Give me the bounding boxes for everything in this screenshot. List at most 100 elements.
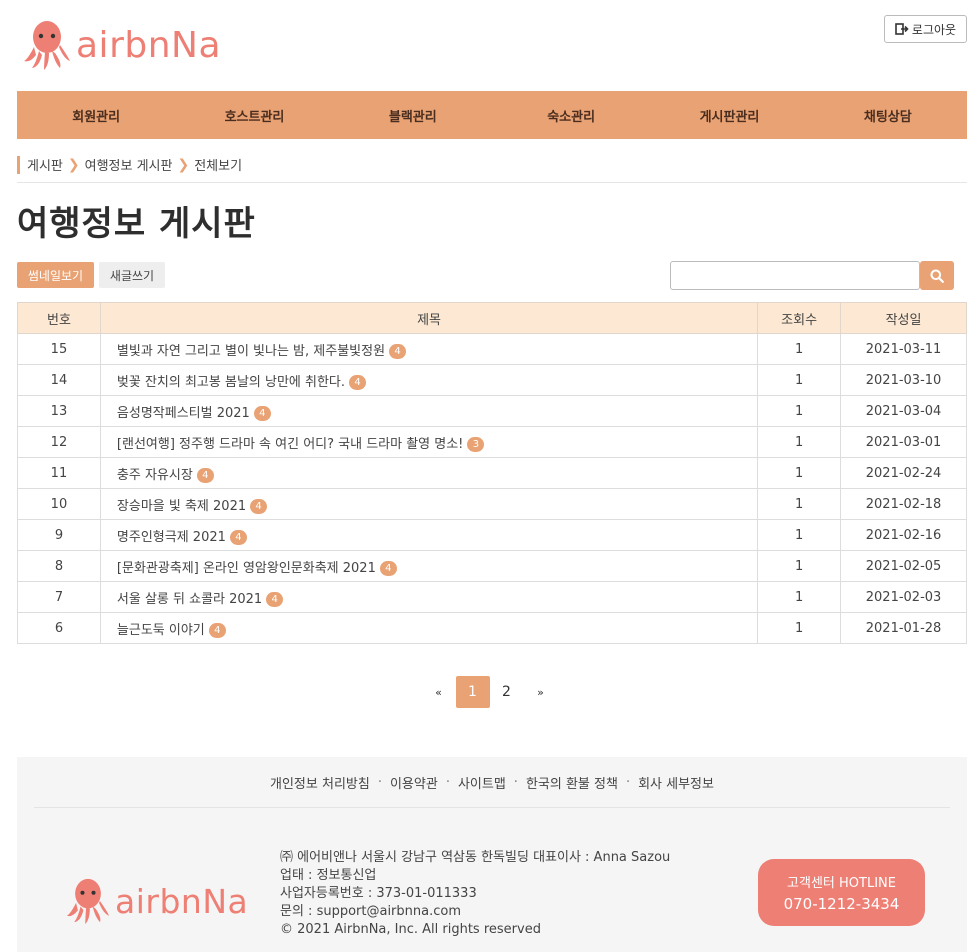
post-title-link[interactable]: 명주인형극제 2021 <box>117 530 226 545</box>
header-date: 작성일 <box>840 302 967 334</box>
chevron-right-icon: ❯ <box>67 156 80 173</box>
row-views: 1 <box>757 581 842 613</box>
board-table: 번호 제목 조회수 작성일 15 별빛과 자연 그리고 별이 빛나는 밤, 제주불… <box>17 302 967 644</box>
thumbnail-view-button[interactable]: 썸네일보기 <box>17 262 94 288</box>
post-title-link[interactable]: 늘근도둑 이야기 <box>117 623 205 638</box>
comment-count-badge: 4 <box>229 529 247 545</box>
separator-dot: · <box>513 774 518 790</box>
hotline-box[interactable]: 고객센터 HOTLINE 070-1212-3434 <box>758 859 925 926</box>
breadcrumb: 게시판 ❯ 여행정보 게시판 ❯ 전체보기 <box>17 153 967 183</box>
header: airbnNa 로그아웃 <box>0 0 979 90</box>
footer-links: 개인정보 처리방침 · 이용약관 · 사이트맵 · 한국의 환불 정책 · 회사… <box>17 757 967 807</box>
nav-item-members[interactable]: 회원관리 <box>17 91 175 139</box>
breadcrumb-item-travel[interactable]: 여행정보 게시판 <box>85 155 173 174</box>
nav-item-chat[interactable]: 채팅상담 <box>809 91 967 139</box>
page-2-button[interactable]: 2 <box>490 676 524 708</box>
post-title-link[interactable]: 장승마을 빛 축제 2021 <box>117 499 246 514</box>
nav-item-blacklist[interactable]: 블랙관리 <box>334 91 492 139</box>
footer-logo-text: airbnNa <box>115 881 249 921</box>
table-row[interactable]: 15 별빛과 자연 그리고 별이 빛나는 밤, 제주불빛정원 4 1 2021-03-1… <box>17 333 967 365</box>
row-title-cell: 별빛과 자연 그리고 별이 빛나는 밤, 제주불빛정원 4 <box>99 333 759 365</box>
hotline-label: 고객센터 HOTLINE <box>787 876 896 891</box>
row-number: 12 <box>17 426 101 458</box>
post-title-link[interactable]: 음성명작페스티벌 2021 <box>117 406 250 421</box>
post-title-link[interactable]: 충주 자유시장 <box>117 468 193 483</box>
nav-item-hosts[interactable]: 호스트관리 <box>175 91 333 139</box>
prev-page-button[interactable]: « <box>422 676 456 708</box>
row-date: 2021-03-04 <box>840 395 967 427</box>
row-number: 6 <box>17 612 101 644</box>
table-row[interactable]: 6 늘근도둑 이야기 4 1 2021-01-28 <box>17 612 967 644</box>
header-number: 번호 <box>17 302 101 334</box>
table-row[interactable]: 11 충주 자유시장 4 1 2021-02-24 <box>17 457 967 489</box>
logo[interactable]: airbnNa <box>22 18 221 72</box>
row-date: 2021-02-03 <box>840 581 967 613</box>
company-line: 문의 : support@airbnna.com <box>280 904 461 919</box>
logout-button[interactable]: 로그아웃 <box>884 15 967 43</box>
post-title-link[interactable]: [랜선여행] 정주행 드라마 속 여긴 어디? 국내 드라마 촬영 명소! <box>117 437 464 452</box>
page-title: 여행정보 게시판 <box>17 204 256 244</box>
row-date: 2021-03-01 <box>840 426 967 458</box>
company-line: © 2021 AirbnNa, Inc. All rights reserved <box>280 922 541 937</box>
logout-icon <box>895 23 909 35</box>
logout-label: 로그아웃 <box>911 22 957 37</box>
company-info: ㈜ 에어비앤나 서울시 강남구 역삼동 한독빌딩 대표이사 : Anna Saz… <box>280 849 670 939</box>
post-title-link[interactable]: 서울 살롱 뒤 쇼콜라 2021 <box>117 592 262 607</box>
row-views: 1 <box>757 395 842 427</box>
table-body: 15 별빛과 자연 그리고 별이 빛나는 밤, 제주불빛정원 4 1 2021-03-1… <box>17 333 967 644</box>
table-row[interactable]: 14 벚꽃 잔치의 최고봉 봄날의 낭만에 취한다. 4 1 2021-03-10 <box>17 364 967 396</box>
comment-count-badge: 3 <box>467 436 485 452</box>
table-row[interactable]: 13 음성명작페스티벌 2021 4 1 2021-03-04 <box>17 395 967 427</box>
table-row[interactable]: 9 명주인형극제 2021 4 1 2021-02-16 <box>17 519 967 551</box>
nav-item-board[interactable]: 게시판관리 <box>650 91 808 139</box>
logo-text: airbnNa <box>76 24 222 66</box>
row-views: 1 <box>757 550 842 582</box>
row-date: 2021-03-10 <box>840 364 967 396</box>
row-number: 14 <box>17 364 101 396</box>
comment-count-badge: 4 <box>208 622 226 638</box>
row-date: 2021-03-11 <box>840 333 967 365</box>
post-title-link[interactable]: 벚꽃 잔치의 최고봉 봄날의 낭만에 취한다. <box>117 375 345 390</box>
nav-item-lodging[interactable]: 숙소관리 <box>492 91 650 139</box>
footer-link-privacy[interactable]: 개인정보 처리방침 <box>270 773 370 792</box>
footer-divider <box>34 807 950 808</box>
row-date: 2021-02-05 <box>840 550 967 582</box>
row-title-cell: [랜선여행] 정주행 드라마 속 여긴 어디? 국내 드라마 촬영 명소! 3 <box>99 426 759 458</box>
next-page-button[interactable]: » <box>524 676 558 708</box>
chevron-right-icon: ❯ <box>177 156 190 173</box>
row-views: 1 <box>757 519 842 551</box>
table-row[interactable]: 12 [랜선여행] 정주행 드라마 속 여긴 어디? 국내 드라마 촬영 명소! 3… <box>17 426 967 458</box>
breadcrumb-item-board[interactable]: 게시판 <box>27 155 63 174</box>
search-button[interactable] <box>920 261 954 290</box>
table-row[interactable]: 7 서울 살롱 뒤 쇼콜라 2021 4 1 2021-02-03 <box>17 581 967 613</box>
row-views: 1 <box>757 457 842 489</box>
octopus-logo-icon <box>66 878 110 924</box>
company-line: 업태 : 정보통신업 <box>280 868 377 883</box>
row-number: 10 <box>17 488 101 520</box>
octopus-logo-icon <box>24 21 70 70</box>
page-1-button[interactable]: 1 <box>455 676 490 708</box>
row-title-cell: 충주 자유시장 4 <box>99 457 759 489</box>
separator-dot: · <box>377 774 382 790</box>
footer-link-sitemap[interactable]: 사이트맵 <box>458 773 506 792</box>
row-title-cell: 음성명작페스티벌 2021 4 <box>99 395 759 427</box>
search-input[interactable] <box>670 261 920 290</box>
table-header-row: 번호 제목 조회수 작성일 <box>17 302 967 334</box>
footer-link-company[interactable]: 회사 세부정보 <box>638 773 714 792</box>
header-title: 제목 <box>99 302 759 334</box>
row-number: 11 <box>17 457 101 489</box>
row-date: 2021-01-28 <box>840 612 967 644</box>
table-row[interactable]: 8 [문화관광축제] 온라인 영암왕인문화축제 2021 4 1 2021-02-05 <box>17 550 967 582</box>
row-title-cell: 서울 살롱 뒤 쇼콜라 2021 4 <box>99 581 759 613</box>
table-row[interactable]: 10 장승마을 빛 축제 2021 4 1 2021-02-18 <box>17 488 967 520</box>
footer-link-terms[interactable]: 이용약관 <box>390 773 438 792</box>
main-nav: 회원관리 호스트관리 블랙관리 숙소관리 게시판관리 채팅상담 <box>17 91 967 139</box>
row-number: 8 <box>17 550 101 582</box>
hotline-number: 070-1212-3434 <box>783 895 900 913</box>
post-title-link[interactable]: 별빛과 자연 그리고 별이 빛나는 밤, 제주불빛정원 <box>117 344 385 359</box>
post-title-link[interactable]: [문화관광축제] 온라인 영암왕인문화축제 2021 <box>117 561 376 576</box>
new-post-button[interactable]: 새글쓰기 <box>99 262 165 288</box>
footer-logo: airbnNa <box>65 877 248 925</box>
breadcrumb-item-all[interactable]: 전체보기 <box>194 155 242 174</box>
footer-link-refund[interactable]: 한국의 환불 정책 <box>526 773 618 792</box>
